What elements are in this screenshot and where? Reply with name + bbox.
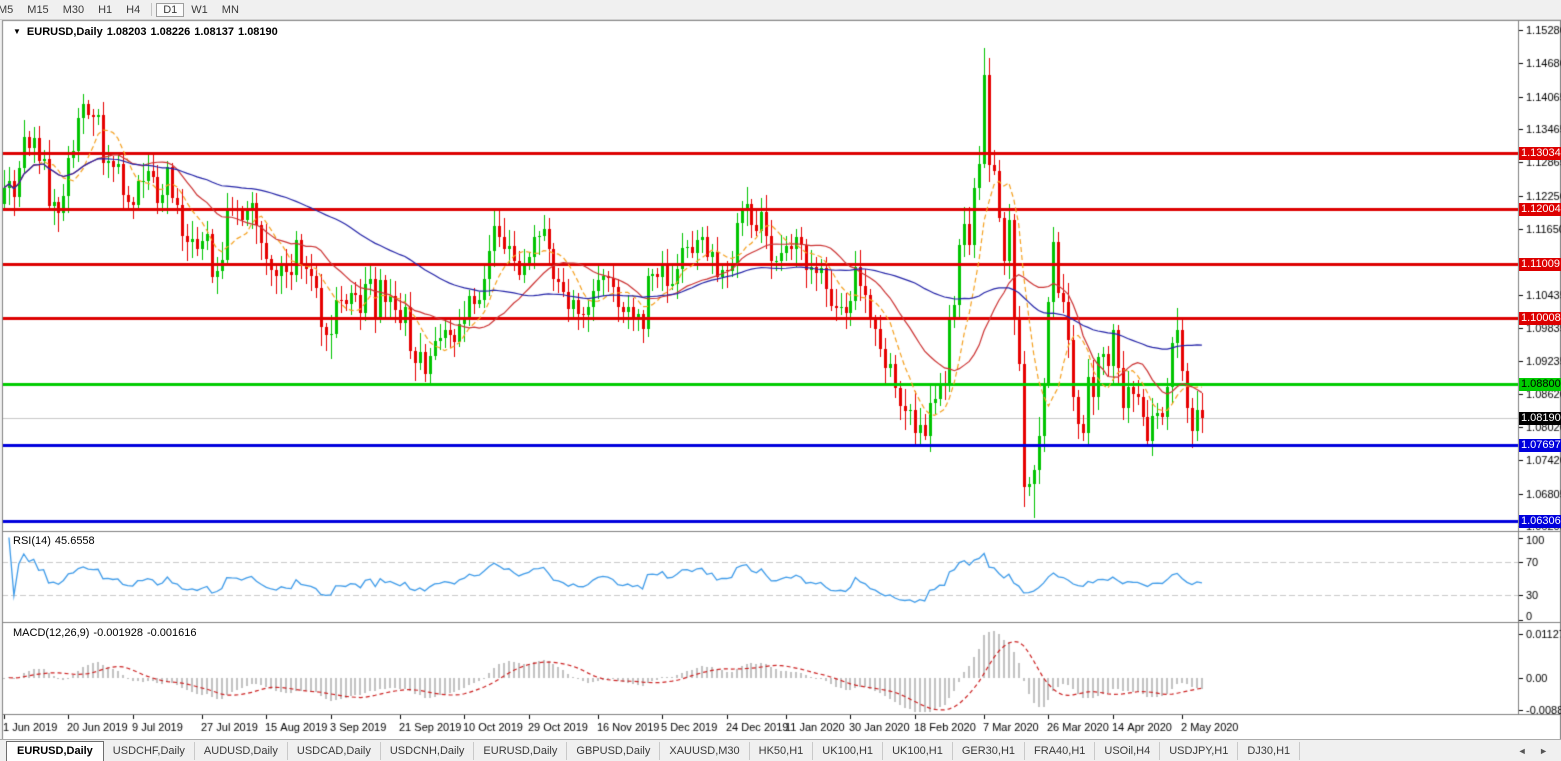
chart-tab-usdjpy-h1[interactable]: USDJPY,H1 <box>1160 741 1239 760</box>
ohlc-high: 1.08226 <box>150 26 191 38</box>
chart-tab-usdcnh-daily[interactable]: USDCNH,Daily <box>381 741 475 760</box>
timeframe-mn[interactable]: MN <box>215 3 246 17</box>
level-price-badge: 1.08800 <box>1519 378 1561 391</box>
chart-tab-usoil-h4[interactable]: USOil,H4 <box>1095 741 1161 760</box>
macd-main-value: -0.001928 <box>93 627 143 639</box>
ohlc-open: 1.08203 <box>106 26 147 38</box>
chart-dropdown-icon[interactable]: ▼ <box>13 27 21 36</box>
level-price-badge: 1.06306 <box>1519 515 1561 528</box>
chart-tab-eurusd-daily[interactable]: EURUSD,Daily <box>474 741 568 760</box>
chart-tab-uk100-h1[interactable]: UK100,H1 <box>883 741 953 760</box>
chart-title: ▼ EURUSD,Daily 1.08203 1.08226 1.08137 1.0819… <box>13 26 282 38</box>
chart-tab-xauusd-m30[interactable]: XAUUSD,M30 <box>660 741 750 760</box>
level-price-badge: 1.13034 <box>1519 147 1561 160</box>
tab-scroll-left-icon[interactable]: ◄ <box>1518 746 1532 756</box>
timeframe-h4[interactable]: H4 <box>119 3 147 17</box>
current-price-badge: 1.08190 <box>1519 412 1561 425</box>
macd-name: MACD(12,26,9) <box>13 627 90 639</box>
timeframe-m5[interactable]: M5 <box>0 3 20 17</box>
ohlc-low: 1.08137 <box>194 26 235 38</box>
chart-tab-ger30-h1[interactable]: GER30,H1 <box>953 741 1026 760</box>
macd-indicator-label: MACD(12,26,9) -0.001928 -0.001616 <box>13 627 201 639</box>
chart-tab-audusd-daily[interactable]: AUDUSD,Daily <box>195 741 288 760</box>
macd-signal-value: -0.001616 <box>146 627 197 639</box>
timeframe-d1[interactable]: D1 <box>156 2 185 17</box>
level-price-badge: 1.11009 <box>1519 258 1561 271</box>
ohlc-close: 1.08190 <box>238 26 278 38</box>
trading-platform-window: M5 M15 M30 H1 H4 D1 W1 MN ▼ EURUSD,Daily 1.08203 1… <box>0 0 1561 761</box>
timeframe-buttons: M5 M15 M30 H1 H4 D1 W1 MN <box>0 2 246 17</box>
rsi-name: RSI(14) <box>13 535 51 547</box>
timeframe-m30[interactable]: M30 <box>56 3 91 17</box>
timeframe-toolbar: M5 M15 M30 H1 H4 D1 W1 MN <box>0 0 1561 20</box>
timeframe-m15[interactable]: M15 <box>20 3 55 17</box>
chart-tab-usdcad-daily[interactable]: USDCAD,Daily <box>288 741 381 760</box>
level-price-badge: 1.12004 <box>1519 203 1561 216</box>
chart-tab-gbpusd-daily[interactable]: GBPUSD,Daily <box>567 741 661 760</box>
level-price-badge: 1.07697 <box>1519 439 1561 452</box>
symbol-tab-bar: EURUSD,Daily USDCHF,Daily AUDUSD,Daily USDC… <box>0 739 1561 761</box>
rsi-indicator-label: RSI(14) 45.6558 <box>13 535 99 547</box>
chart-tab-dj30-h1[interactable]: DJ30,H1 <box>1238 741 1301 760</box>
chart-tab-uk100-h1[interactable]: UK100,H1 <box>813 741 884 760</box>
timeframe-h1[interactable]: H1 <box>91 3 119 17</box>
tab-scroll-arrows: ◄ ► <box>1518 746 1553 756</box>
level-price-badge: 1.10008 <box>1519 312 1561 325</box>
tab-scroll-right-icon[interactable]: ► <box>1539 746 1553 756</box>
timeframe-w1[interactable]: W1 <box>184 3 215 17</box>
rsi-value: 45.6558 <box>54 535 95 547</box>
price-chart-canvas[interactable] <box>0 0 1561 761</box>
chart-tab-hk50-h1[interactable]: HK50,H1 <box>750 741 814 760</box>
chart-symbol-label: EURUSD,Daily <box>26 26 103 38</box>
chart-tab-eurusd-daily[interactable]: EURUSD,Daily <box>6 740 104 761</box>
toolbar-separator <box>151 3 153 16</box>
chart-tab-usdchf-daily[interactable]: USDCHF,Daily <box>104 741 195 760</box>
symbol-tabs: EURUSD,Daily USDCHF,Daily AUDUSD,Daily USDC… <box>0 740 1301 761</box>
chart-tab-fra40-h1[interactable]: FRA40,H1 <box>1025 741 1096 760</box>
